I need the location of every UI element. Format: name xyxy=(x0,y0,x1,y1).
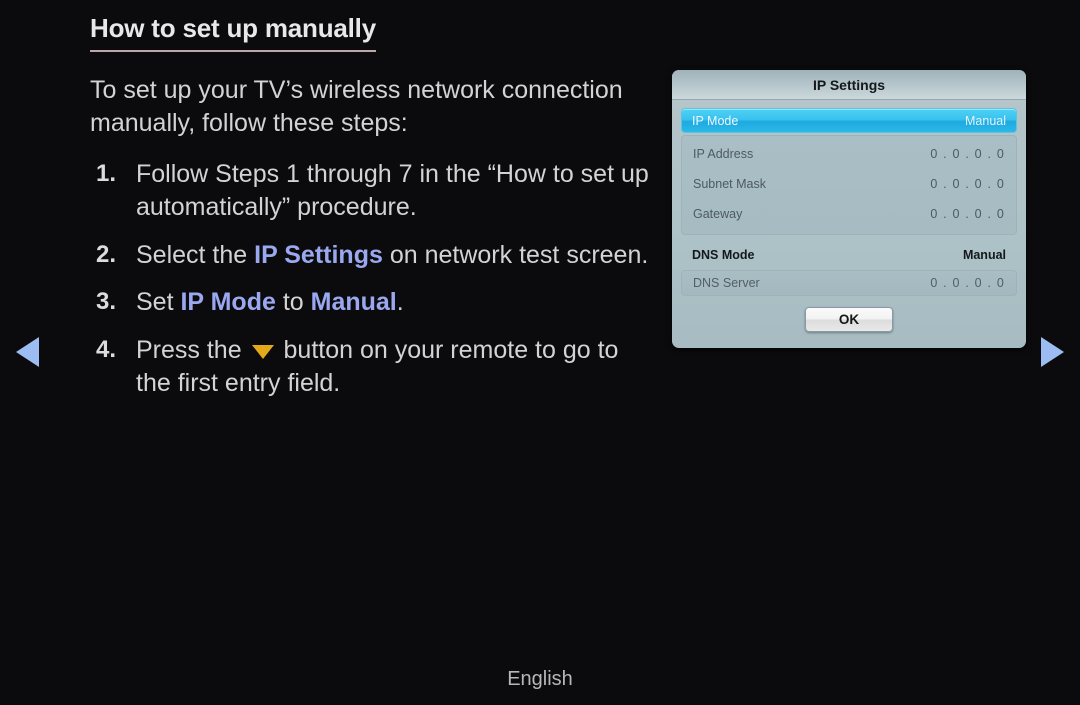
step-text-end: . xyxy=(396,288,404,317)
subnet-mask-value: 0 . 0 . 0 . 0 xyxy=(930,177,1005,191)
dialog-titlebar: IP Settings xyxy=(672,70,1026,100)
ip-mode-row[interactable]: IP Mode Manual xyxy=(681,108,1017,133)
ip-settings-dialog: IP Settings IP Mode Manual IP Address 0 … xyxy=(672,70,1026,348)
list-item: 3. Set IP Mode to Manual. xyxy=(90,286,650,320)
ip-address-label: IP Address xyxy=(693,147,754,161)
manual-keyword: Manual xyxy=(310,288,397,317)
gateway-row[interactable]: Gateway 0 . 0 . 0 . 0 xyxy=(682,199,1016,229)
dialog-body: IP Mode Manual IP Address 0 . 0 . 0 . 0 … xyxy=(672,100,1026,332)
ok-button-wrapper: OK xyxy=(681,307,1017,332)
dialog-title: IP Settings xyxy=(812,76,886,93)
list-item: 2. Select the IP Settings on network tes… xyxy=(90,239,650,273)
list-item: 4. Press the button on your remote to go… xyxy=(90,334,650,401)
dns-server-label: DNS Server xyxy=(693,276,760,290)
dns-server-row[interactable]: DNS Server 0 . 0 . 0 . 0 xyxy=(681,270,1017,296)
triangle-right-icon[interactable] xyxy=(1041,337,1064,367)
step-number: 4. xyxy=(96,335,117,363)
step-text: Follow Steps 1 through 7 in the “How to … xyxy=(136,159,649,222)
step-number: 3. xyxy=(96,288,117,316)
dns-mode-row[interactable]: DNS Mode Manual xyxy=(681,239,1017,270)
ip-address-value: 0 . 0 . 0 . 0 xyxy=(930,147,1005,161)
gateway-value: 0 . 0 . 0 . 0 xyxy=(930,207,1005,221)
subnet-mask-label: Subnet Mask xyxy=(693,177,766,191)
dns-mode-value: Manual xyxy=(962,247,1006,262)
step-text: Set xyxy=(136,288,181,317)
step-text: Press the xyxy=(136,335,249,364)
triangle-left-icon[interactable] xyxy=(16,337,39,367)
ip-fields-panel: IP Address 0 . 0 . 0 . 0 Subnet Mask 0 .… xyxy=(681,135,1017,235)
gateway-label: Gateway xyxy=(693,207,743,221)
ip-mode-label: IP Mode xyxy=(692,113,739,128)
intro-paragraph: To set up your TV’s wireless network con… xyxy=(90,75,623,137)
step-number: 2. xyxy=(96,240,117,268)
ip-address-row[interactable]: IP Address 0 . 0 . 0 . 0 xyxy=(682,139,1016,169)
steps-list: 1. Follow Steps 1 through 7 in the “How … xyxy=(90,158,650,401)
step-text-cont: to xyxy=(275,288,311,317)
dns-mode-label: DNS Mode xyxy=(692,247,755,262)
dns-server-value: 0 . 0 . 0 . 0 xyxy=(930,276,1005,290)
ok-button[interactable]: OK xyxy=(805,307,893,332)
subnet-mask-row[interactable]: Subnet Mask 0 . 0 . 0 . 0 xyxy=(682,169,1016,199)
arrow-down-icon xyxy=(251,344,274,359)
manual-setup-content: How to set up manually To set up your TV… xyxy=(90,13,650,415)
step-text-cont: on network test screen. xyxy=(382,240,649,269)
step-number: 1. xyxy=(96,159,117,187)
page-title: How to set up manually xyxy=(90,13,376,52)
step-text: Select the xyxy=(136,240,255,269)
ip-mode-value: Manual xyxy=(965,113,1006,128)
list-item: 1. Follow Steps 1 through 7 in the “How … xyxy=(90,158,650,225)
ip-settings-keyword: IP Settings xyxy=(254,240,383,269)
ip-mode-keyword: IP Mode xyxy=(180,288,276,317)
footer-language-label: English xyxy=(507,668,573,690)
